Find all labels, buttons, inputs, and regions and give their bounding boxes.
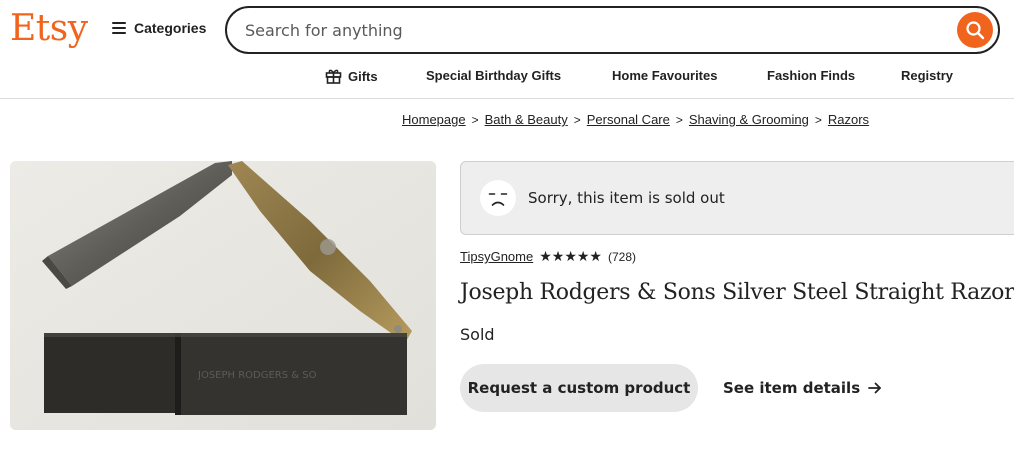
sad-face-icon [480,180,516,216]
header-divider [0,98,1014,99]
nav-home-favourites[interactable]: Home Favourites [612,68,717,83]
breadcrumb-homepage[interactable]: Homepage [402,112,466,127]
arrow-right-icon [868,382,882,394]
listing-status: Sold [460,325,495,344]
sold-out-message: Sorry, this item is sold out [528,189,725,207]
shop-info: TipsyGnome ★★★★★ (728) [460,248,636,265]
chevron-right-icon: > [814,112,822,127]
see-item-details-label: See item details [723,379,861,397]
nav-fashion-finds[interactable]: Fashion Finds [767,68,855,83]
nav-special-birthday-gifts[interactable]: Special Birthday Gifts [426,68,561,83]
nav-gifts[interactable]: Gifts [325,68,378,84]
search-icon [966,21,985,40]
product-image[interactable]: JOSEPH RODGERS & SO [10,161,436,430]
gift-icon [325,69,342,84]
sub-navigation: Gifts Special Birthday Gifts Home Favour… [0,66,1014,86]
breadcrumb-personal-care[interactable]: Personal Care [587,112,670,127]
listing-title: Joseph Rodgers & Sons Silver Steel Strai… [460,280,1014,305]
request-custom-label: Request a custom product [467,379,691,397]
categories-label: Categories [134,20,207,36]
search-bar [225,6,1000,54]
nav-birthday-label: Special Birthday Gifts [426,68,562,83]
search-button[interactable] [957,12,993,48]
etsy-logo[interactable]: Etsy [10,8,88,49]
nav-registry-label: Registry [901,68,954,83]
nav-gifts-label: Gifts [348,68,378,84]
review-count[interactable]: (728) [608,250,636,264]
breadcrumb-shaving-grooming[interactable]: Shaving & Grooming [689,112,809,127]
chevron-right-icon: > [573,112,581,127]
breadcrumb-bath-beauty[interactable]: Bath & Beauty [485,112,568,127]
shop-name-link[interactable]: TipsyGnome [460,249,533,264]
request-custom-product-button[interactable]: Request a custom product [460,364,698,412]
breadcrumb: Homepage > Bath & Beauty > Personal Care… [402,112,869,127]
star-rating-icon[interactable]: ★★★★★ [539,248,602,265]
breadcrumb-razors[interactable]: Razors [828,112,869,127]
nav-registry[interactable]: Registry [901,68,953,83]
categories-button[interactable]: Categories [112,20,206,36]
chevron-right-icon: > [675,112,683,127]
search-input[interactable] [245,20,957,40]
sold-out-notice: Sorry, this item is sold out [460,161,1014,235]
svg-text:JOSEPH RODGERS & SO: JOSEPH RODGERS & SO [197,370,317,381]
chevron-right-icon: > [471,112,479,127]
see-item-details-link[interactable]: See item details [723,379,882,397]
nav-fashion-label: Fashion Finds [767,68,856,83]
menu-icon [112,22,126,34]
nav-home-label: Home Favourites [612,68,718,83]
